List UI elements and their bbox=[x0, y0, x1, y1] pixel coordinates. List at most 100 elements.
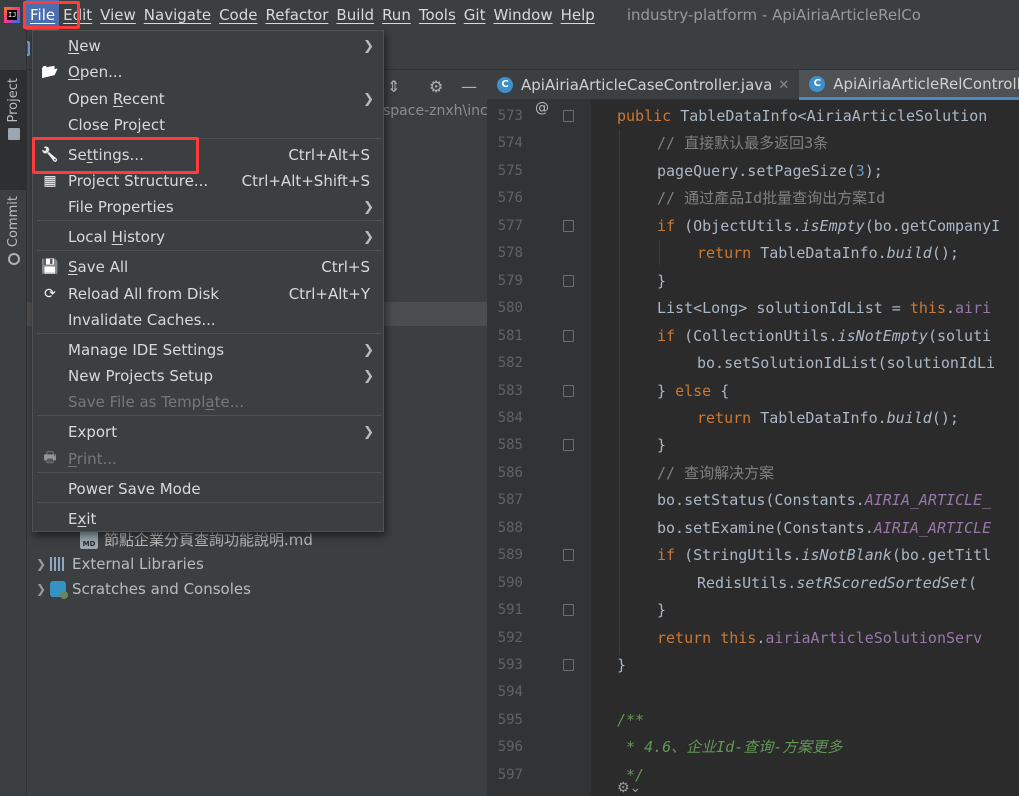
menu-code[interactable]: Code bbox=[215, 0, 261, 30]
menu-help[interactable]: Help bbox=[557, 0, 599, 30]
gear-icon[interactable]: ⚙ bbox=[429, 77, 443, 96]
menu-item-open-recent[interactable]: Open Recent ❯ bbox=[34, 86, 384, 112]
fold-marker[interactable] bbox=[563, 659, 574, 671]
indent-guide bbox=[619, 130, 620, 655]
line-number: 584 bbox=[497, 409, 523, 426]
fold-marker[interactable] bbox=[563, 274, 574, 287]
code-token: this bbox=[909, 299, 946, 318]
line-number: 577 bbox=[497, 217, 523, 234]
code-line[interactable]: } bbox=[617, 657, 626, 685]
code-token: else bbox=[675, 381, 721, 400]
fold-marker[interactable] bbox=[563, 549, 574, 562]
tree-item-external-libraries[interactable]: ❯ External Libraries bbox=[36, 552, 204, 576]
code-line[interactable]: } bbox=[657, 273, 666, 301]
code-token: isNotEmpty bbox=[837, 326, 928, 345]
line-number: 581 bbox=[497, 327, 523, 344]
code-line[interactable]: pageQuery.setPageSize(3); bbox=[657, 163, 883, 191]
code-line[interactable]: List<Long> solutionIdList = this.airi bbox=[657, 300, 991, 328]
code-line[interactable]: return this.airiaArticleSolutionServ bbox=[657, 630, 982, 658]
code-token: if bbox=[657, 326, 685, 345]
tab-case-controller[interactable]: C ApiAiriaArticleCaseController.java ✕ bbox=[487, 70, 799, 100]
menu-item-save-all[interactable]: 💾 Save All Ctrl+S bbox=[34, 254, 384, 280]
menu-item-new-projects-setup[interactable]: New Projects Setup ❯ bbox=[34, 363, 384, 389]
code-line[interactable]: } bbox=[657, 437, 666, 465]
code-token: { bbox=[720, 381, 730, 400]
menu-item-exit[interactable]: Exit bbox=[34, 506, 384, 532]
chevron-right-icon[interactable]: ❯ bbox=[36, 577, 50, 601]
menu-item-close-project[interactable]: Close Project bbox=[34, 112, 384, 138]
menu-item-reload-all-from-disk[interactable]: ⟳ Reload All from Disk Ctrl+Alt+Y bbox=[34, 281, 384, 307]
fold-marker[interactable] bbox=[563, 604, 574, 617]
menu-item-label: Invalidate Caches... bbox=[68, 311, 216, 329]
code-token: } bbox=[657, 436, 667, 455]
code-line[interactable]: public TableDataInfo<AiriaArticleSolutio… bbox=[617, 108, 987, 136]
fold-marker[interactable] bbox=[563, 110, 574, 122]
ai-assistant-icon[interactable]: ⚙⌄ bbox=[617, 780, 641, 796]
menu-git[interactable]: Git bbox=[460, 0, 490, 30]
code-line[interactable]: bo.setExamine(Constants.AIRIA_ARTICLE bbox=[657, 520, 991, 548]
code-line[interactable]: } else { bbox=[657, 383, 729, 411]
menu-navigate[interactable]: Navigate bbox=[140, 0, 215, 30]
menu-item-open[interactable]: 📂 Open... bbox=[34, 59, 384, 85]
code-line[interactable]: /** bbox=[617, 712, 644, 740]
menu-item-label: Close Project bbox=[68, 116, 165, 134]
menu-item-power-save-mode[interactable]: Power Save Mode bbox=[34, 476, 384, 502]
code-token: (CollectionUtils. bbox=[684, 326, 838, 345]
code-line[interactable]: } bbox=[657, 602, 666, 630]
annotation-marker[interactable]: @ bbox=[535, 100, 549, 116]
menu-item-invalidate-caches[interactable]: Invalidate Caches... bbox=[34, 307, 384, 333]
code-line[interactable]: if (StringUtils.isNotBlank(bo.getTitl bbox=[657, 547, 991, 575]
code-token: TableDataInfo. bbox=[760, 408, 887, 427]
code-token: build bbox=[886, 408, 932, 427]
menu-build[interactable]: Build bbox=[332, 0, 378, 30]
collapse-all-icon[interactable]: ⇕ bbox=[387, 77, 400, 96]
menu-tools[interactable]: Tools bbox=[415, 0, 460, 30]
menu-refactor[interactable]: Refactor bbox=[261, 0, 332, 30]
code-line[interactable]: bo.setSolutionIdList(solutionIdLi bbox=[697, 355, 995, 383]
menu-item-label: New Projects Setup bbox=[68, 367, 214, 385]
menu-separator bbox=[37, 415, 381, 416]
minimize-icon[interactable]: — bbox=[461, 77, 477, 96]
menu-item-manage-ide-settings[interactable]: Manage IDE Settings ❯ bbox=[34, 337, 384, 363]
menu-item-shortcut: Ctrl+Alt+S bbox=[288, 146, 370, 164]
menu-item-file-properties[interactable]: File Properties ❯ bbox=[34, 194, 384, 220]
menu-window[interactable]: Window bbox=[489, 0, 556, 30]
close-icon[interactable]: ✕ bbox=[778, 78, 789, 93]
fold-marker[interactable] bbox=[563, 439, 574, 452]
code-token: bo.setSolutionIdList(solutionIdLi bbox=[697, 354, 996, 373]
code-line[interactable]: // 查询解决方案 bbox=[657, 465, 774, 493]
jetbrains-app-icon: IJ bbox=[4, 7, 20, 23]
file-menu-highlight-box bbox=[23, 1, 80, 29]
code-line[interactable]: if (ObjectUtils.isEmpty(bo.getCompanyI bbox=[657, 218, 1000, 246]
menu-item-export[interactable]: Export ❯ bbox=[34, 419, 384, 445]
menu-run[interactable]: Run bbox=[378, 0, 415, 30]
code-line[interactable]: // 直接默认最多返回3条 bbox=[657, 135, 828, 163]
code-line[interactable]: * 4.6、企业Id-查询-方案更多 bbox=[617, 739, 842, 767]
code-token: public bbox=[617, 107, 681, 125]
menu-item-local-history[interactable]: Local History ❯ bbox=[34, 224, 384, 250]
code-line[interactable]: bo.setStatus(Constants.AIRIA_ARTICLE_ bbox=[657, 492, 991, 520]
line-number: 597 bbox=[497, 766, 523, 783]
chevron-right-icon[interactable]: ❯ bbox=[36, 552, 50, 576]
code-line[interactable]: RedisUtils.setRScoredSortedSet( bbox=[697, 575, 986, 603]
menu-item-new[interactable]: New ❯ bbox=[34, 33, 384, 59]
chevron-right-icon: ❯ bbox=[363, 424, 374, 440]
code-line[interactable]: if (CollectionUtils.isNotEmpty(soluti bbox=[657, 328, 991, 356]
fold-marker[interactable] bbox=[563, 219, 574, 232]
editor-tabs: C ApiAiriaArticleCaseController.java ✕ C… bbox=[487, 70, 1019, 100]
menu-item-print[interactable]: 🖶 Print... bbox=[34, 446, 384, 472]
code-line[interactable]: return TableDataInfo.build(); bbox=[697, 410, 959, 438]
menu-view[interactable]: View bbox=[96, 0, 140, 30]
code-token: (StringUtils. bbox=[684, 546, 802, 565]
menu-item-label: Save File as Template... bbox=[68, 393, 244, 411]
fold-marker[interactable] bbox=[563, 384, 574, 397]
tab-rel-controller[interactable]: C ApiAiriaArticleRelControll bbox=[799, 70, 1019, 100]
fold-marker[interactable] bbox=[563, 329, 574, 342]
project-tool-button[interactable]: Project bbox=[0, 70, 27, 190]
commit-tool-button[interactable]: Commit bbox=[0, 190, 27, 300]
code-line[interactable]: // 通过產品Id批量查询出方案Id bbox=[657, 190, 885, 218]
code-token: build bbox=[886, 244, 932, 263]
code-line[interactable]: return TableDataInfo.build(); bbox=[697, 245, 959, 273]
menu-item-save-file-as-template[interactable]: Save File as Template... bbox=[34, 389, 384, 415]
tree-item-scratches[interactable]: ❯ Scratches and Consoles bbox=[36, 577, 251, 601]
